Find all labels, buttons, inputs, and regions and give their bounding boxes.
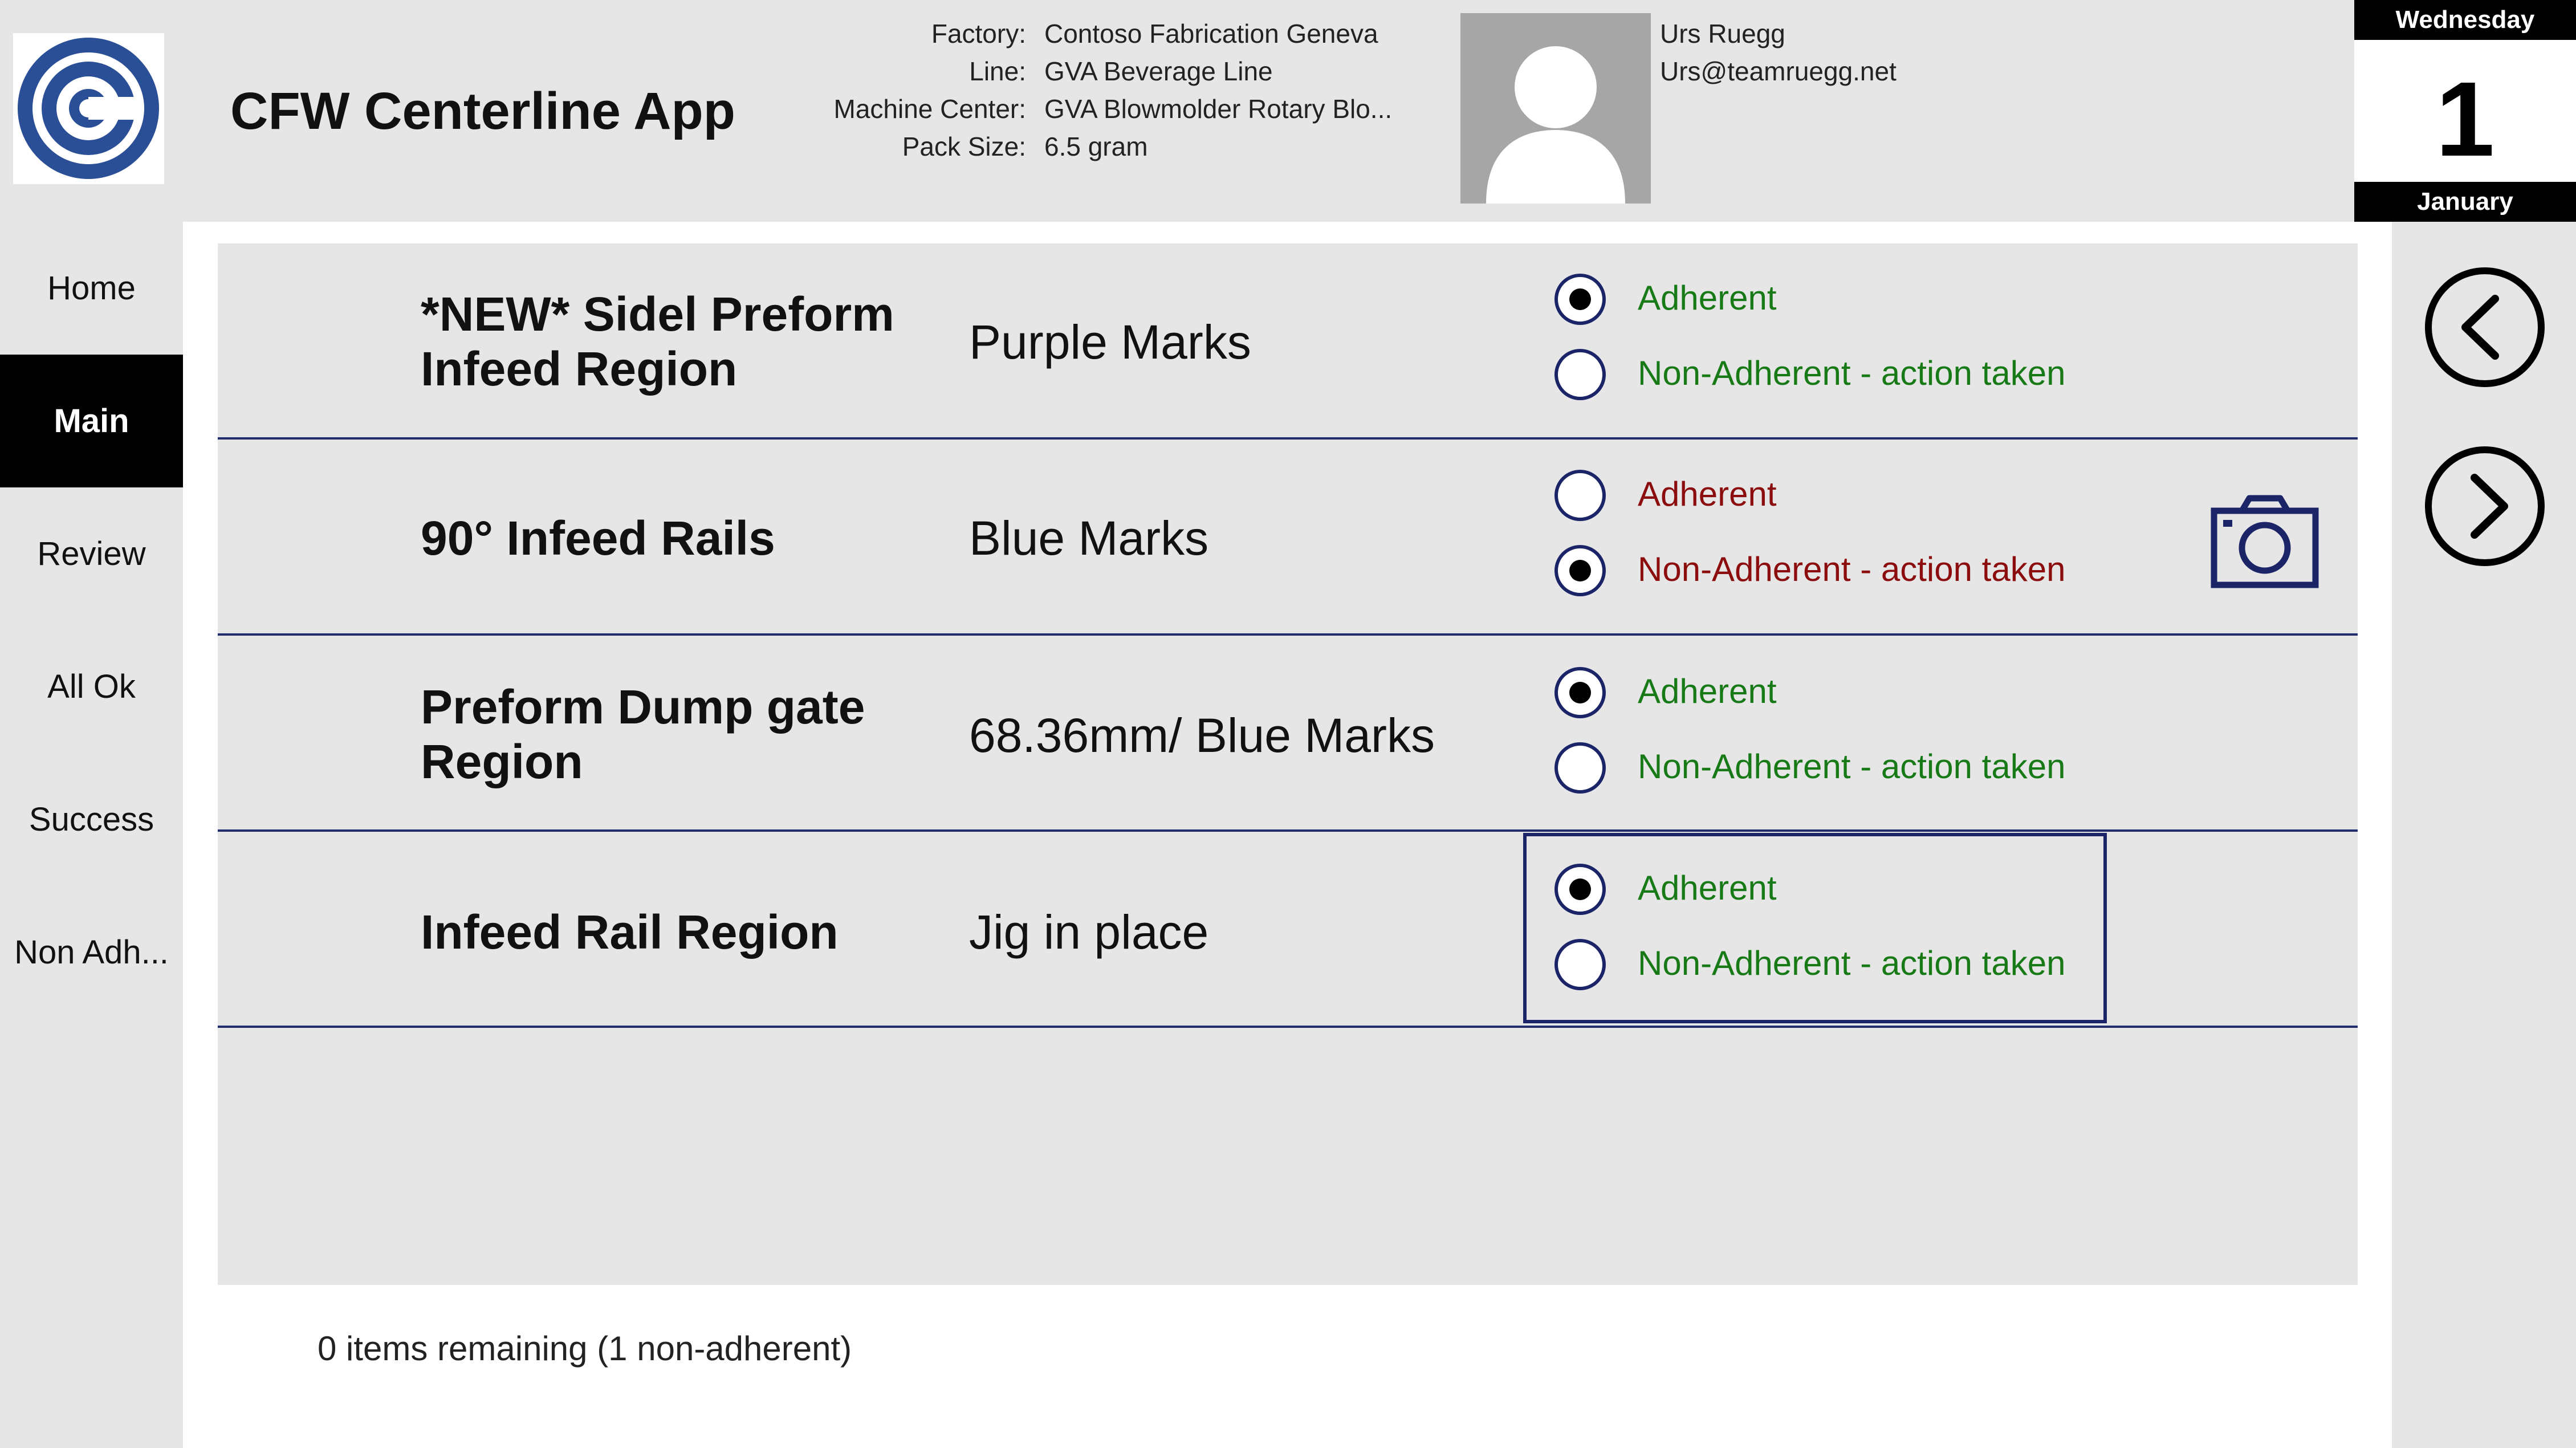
- user-email: Urs@teamruegg.net: [1660, 56, 1897, 86]
- nav-item-success[interactable]: Success: [0, 753, 183, 886]
- row-title-line2: Infeed Region: [421, 342, 738, 396]
- radio-selected-dot: [1569, 682, 1591, 703]
- option-non-adherent-label[interactable]: Non-Adherent - action taken: [1638, 941, 2065, 986]
- row-title: Preform Dump gate Region: [421, 680, 934, 789]
- row-target-value: Blue Marks: [969, 511, 1209, 565]
- nav-item-review[interactable]: Review: [0, 487, 183, 620]
- chevron-left-circle-icon: [2425, 267, 2545, 387]
- row-title: Infeed Rail Region: [421, 905, 934, 959]
- radio-selected-dot: [1569, 878, 1591, 900]
- company-logo-icon: [18, 38, 159, 179]
- nav-item-main[interactable]: Main: [0, 355, 183, 487]
- user-name: Urs Ruegg: [1660, 19, 1785, 48]
- machine-center-value: GVA Blowmolder Rotary Blo...: [1044, 94, 1393, 124]
- focused-option-group: [1523, 833, 2107, 1023]
- machine-center-label: Machine Center:: [833, 94, 1027, 124]
- line-label: Line:: [969, 56, 1026, 86]
- company-logo: [13, 33, 164, 184]
- option-non-adherent-label[interactable]: Non-Adherent - action taken: [1638, 351, 2065, 396]
- radio-adherent[interactable]: [1554, 470, 1606, 521]
- pack-size-label: Pack Size:: [902, 132, 1026, 161]
- date-weekday: Wednesday: [2354, 0, 2576, 40]
- factory-label: Factory:: [931, 19, 1026, 48]
- row-target-value: Jig in place: [969, 905, 1209, 959]
- radio-adherent[interactable]: [1554, 667, 1606, 718]
- radio-selected-dot: [1569, 560, 1591, 581]
- app-title: CFW Centerline App: [230, 82, 735, 140]
- camera-icon: [2211, 495, 2319, 588]
- next-button[interactable]: [2424, 446, 2545, 567]
- line-value: GVA Beverage Line: [1044, 56, 1273, 86]
- user-avatar-icon: [1486, 46, 1625, 204]
- radio-non-adherent[interactable]: [1554, 545, 1606, 596]
- row-target-value: 68.36mm/ Blue Marks: [969, 709, 1435, 762]
- nav-item-all-ok[interactable]: All Ok: [0, 620, 183, 753]
- row-target-value: Purple Marks: [969, 315, 1251, 369]
- row-title-line1: 90° Infeed Rails: [421, 511, 775, 565]
- date-month: January: [2354, 182, 2576, 222]
- right-toolbar: [2392, 222, 2576, 1448]
- option-adherent-label[interactable]: Adherent: [1638, 865, 1777, 911]
- radio-non-adherent[interactable]: [1554, 349, 1606, 400]
- row-title-line1: Infeed Rail Region: [421, 905, 839, 959]
- option-adherent-label[interactable]: Adherent: [1638, 275, 1777, 321]
- radio-non-adherent[interactable]: [1554, 939, 1606, 990]
- radio-non-adherent[interactable]: [1554, 742, 1606, 794]
- take-photo-button[interactable]: [2211, 495, 2319, 588]
- radio-adherent[interactable]: [1554, 274, 1606, 325]
- date-day: 1: [2435, 60, 2495, 178]
- option-non-adherent-label[interactable]: Non-Adherent - action taken: [1638, 547, 2065, 592]
- nav-item-home[interactable]: Home: [0, 222, 183, 355]
- row-title-line1: Preform Dump gate: [421, 680, 865, 734]
- previous-button[interactable]: [2424, 267, 2545, 388]
- radio-adherent[interactable]: [1554, 864, 1606, 915]
- radio-selected-dot: [1569, 288, 1591, 310]
- row-title-line1: *NEW* Sidel Preform: [421, 287, 894, 341]
- nav-item-non-adherent[interactable]: Non Adh...: [0, 886, 183, 1019]
- user-avatar: [1460, 13, 1651, 204]
- row-title: 90° Infeed Rails: [421, 511, 934, 566]
- items-remaining-status: 0 items remaining (1 non-adherent): [318, 1329, 852, 1368]
- row-title: *NEW* Sidel Preform Infeed Region: [421, 287, 934, 396]
- chevron-right-circle-icon: [2425, 446, 2545, 566]
- factory-value: Contoso Fabrication Geneva: [1044, 19, 1378, 48]
- option-adherent-label[interactable]: Adherent: [1638, 471, 1777, 517]
- option-adherent-label[interactable]: Adherent: [1638, 669, 1777, 714]
- option-non-adherent-label[interactable]: Non-Adherent - action taken: [1638, 744, 2065, 790]
- pack-size-value: 6.5 gram: [1044, 132, 1148, 161]
- row-title-line2: Region: [421, 735, 583, 788]
